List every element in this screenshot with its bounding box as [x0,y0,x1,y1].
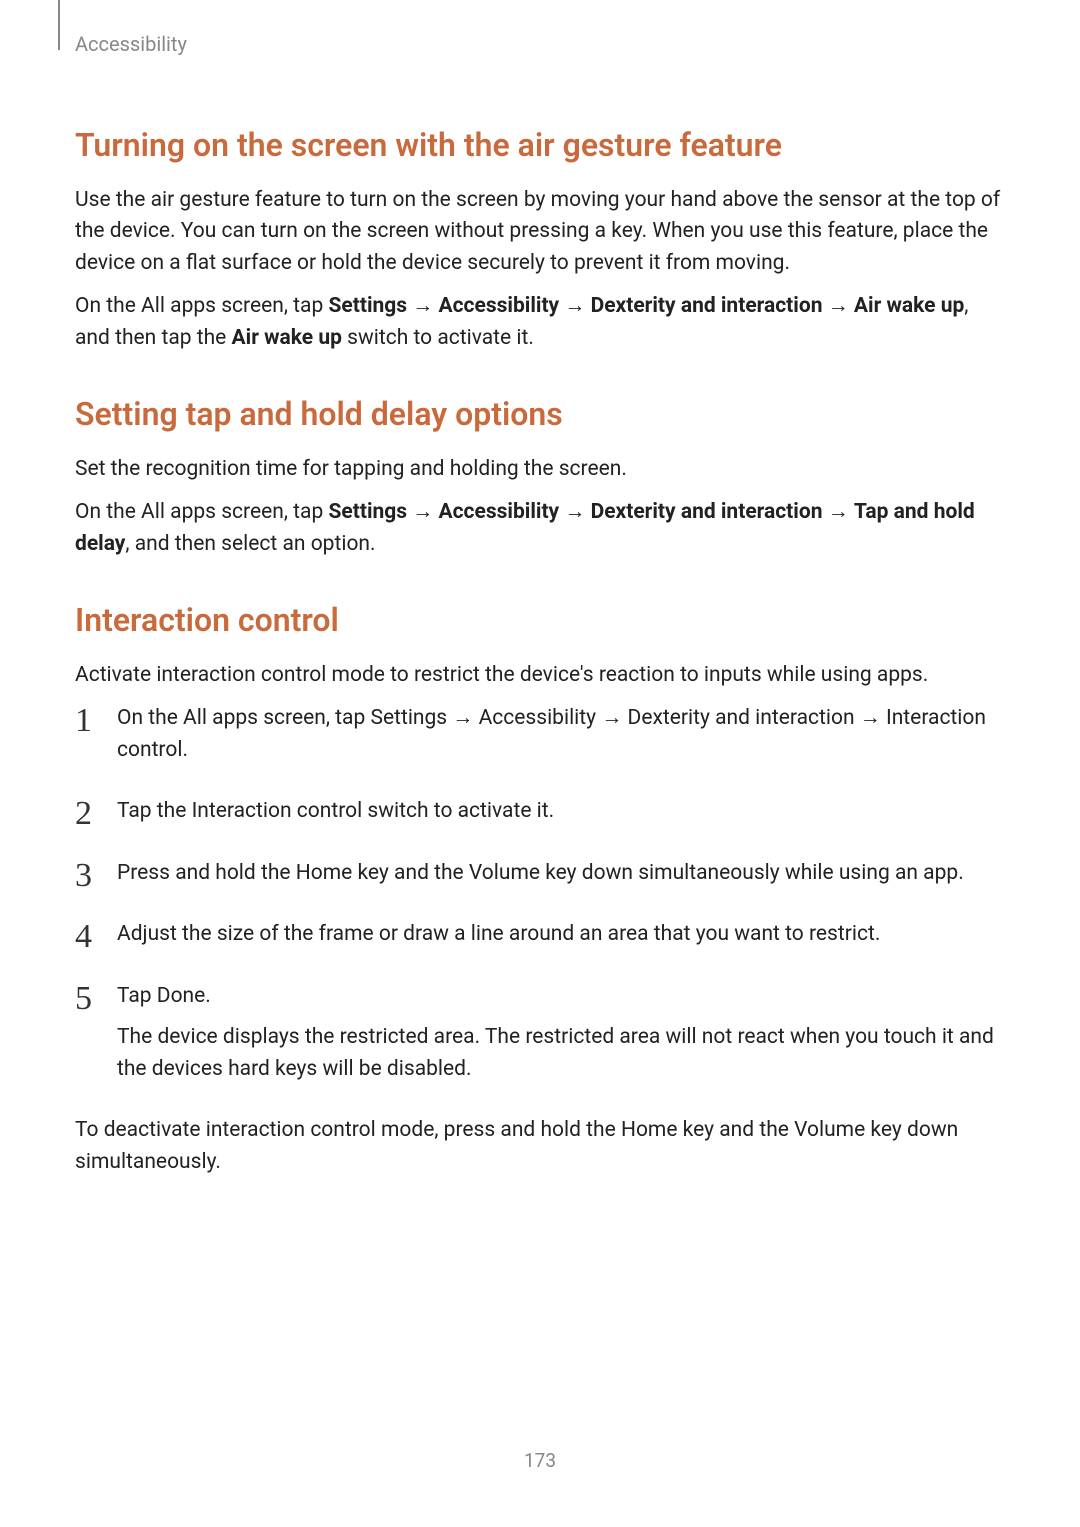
paragraph-air-gesture-steps: On the All apps screen, tap Settings → A… [75,291,1005,354]
text: switch to activate it. [362,799,554,823]
arrow-icon: → [596,706,627,730]
label-air-wake-up-switch: Air wake up [232,326,342,350]
step-5: Tap Done. The device displays the restri… [75,981,1005,1086]
step-1: On the All apps screen, tap Settings → A… [75,703,1005,766]
arrow-icon: → [822,294,853,318]
label-done: Done [157,984,206,1008]
text: On the All apps screen, tap [75,500,328,524]
label-settings: Settings [328,500,407,524]
paragraph-tap-hold-desc: Set the recognition time for tapping and… [75,454,1005,486]
text: , and then select an option. [125,532,375,556]
label-interaction-control-switch: Interaction control [192,799,363,823]
label-accessibility: Accessibility [439,500,560,524]
label-air-wake-up: Air wake up [854,294,964,318]
steps-list: On the All apps screen, tap Settings → A… [75,703,1005,1085]
paragraph-tap-hold-steps: On the All apps screen, tap Settings → A… [75,497,1005,560]
step-3: Press and hold the Home key and the Volu… [75,858,1005,890]
arrow-icon: → [559,500,590,524]
arrow-icon: → [447,706,478,730]
text: On the All apps screen, tap [75,294,328,318]
text: . [182,738,188,762]
paragraph-deactivate: To deactivate interaction control mode, … [75,1115,1005,1178]
step-5-sub: The device displays the restricted area.… [117,1022,1005,1085]
label-accessibility: Accessibility [479,706,597,730]
label-settings: Settings [370,706,447,730]
label-dexterity: Dexterity and interaction [591,500,823,524]
arrow-icon: → [855,706,886,730]
text: switch to activate it. [342,326,534,350]
page-content: Turning on the screen with the air gestu… [75,125,1005,1178]
section-heading-tap-hold: Setting tap and hold delay options [75,394,1005,436]
arrow-icon: → [822,500,853,524]
section-heading-air-gesture: Turning on the screen with the air gestu… [75,125,1005,167]
page-number: 173 [0,1449,1080,1472]
text: On the All apps screen, tap [117,706,370,730]
arrow-icon: → [407,294,438,318]
text: Tap the [117,799,192,823]
paragraph-interaction-desc: Activate interaction control mode to res… [75,660,1005,692]
step-4: Adjust the size of the frame or draw a l… [75,919,1005,951]
text: . [205,984,211,1008]
text: Tap [117,984,157,1008]
header-divider [58,0,60,50]
arrow-icon: → [559,294,590,318]
paragraph-air-gesture-desc: Use the air gesture feature to turn on t… [75,185,1005,280]
label-dexterity: Dexterity and interaction [591,294,823,318]
breadcrumb: Accessibility [75,32,187,56]
label-accessibility: Accessibility [439,294,560,318]
arrow-icon: → [407,500,438,524]
label-settings: Settings [328,294,407,318]
step-2: Tap the Interaction control switch to ac… [75,796,1005,828]
section-heading-interaction-control: Interaction control [75,600,1005,642]
label-dexterity: Dexterity and interaction [628,706,855,730]
